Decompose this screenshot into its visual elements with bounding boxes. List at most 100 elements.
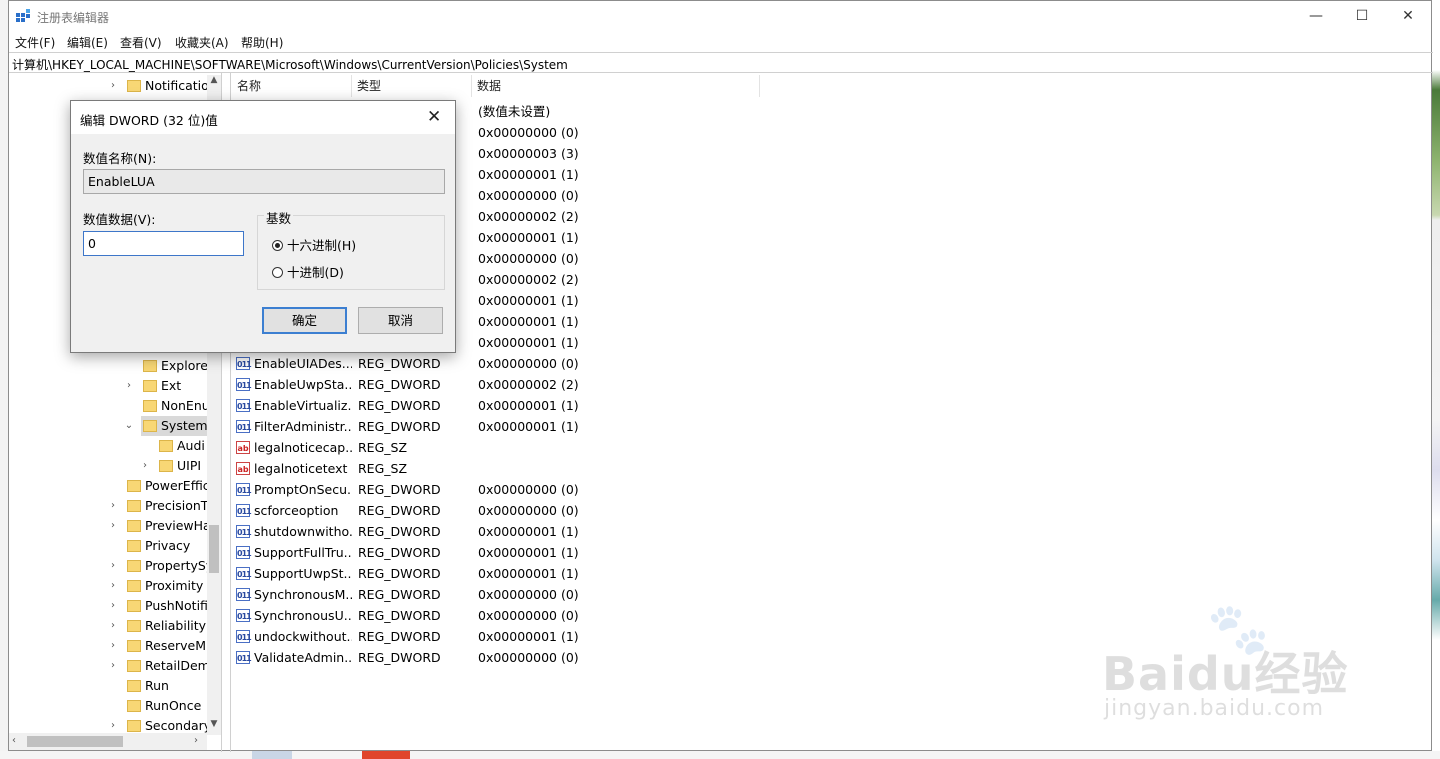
value-data: (数值未设置) xyxy=(478,104,551,119)
scrollbar-thumb[interactable] xyxy=(27,736,123,747)
menu-file[interactable]: 文件(F) xyxy=(15,34,55,51)
menu-favorites[interactable]: 收藏夹(A) xyxy=(175,34,229,51)
value-data: 0x00000000 (0) xyxy=(478,188,579,203)
column-separator[interactable] xyxy=(351,75,352,97)
tree-node[interactable]: › Notificatio xyxy=(111,76,213,96)
value-row[interactable]: 011 SupportFullTru... REG_DWORD 0x00000001 … xyxy=(231,542,831,563)
expand-arrow-icon[interactable]: › xyxy=(123,376,135,396)
cancel-button[interactable]: 取消 xyxy=(358,307,443,334)
expand-arrow-icon[interactable]: › xyxy=(107,656,119,676)
value-data: 0x00000000 (0) xyxy=(478,251,579,266)
tree-node[interactable]: Run xyxy=(125,676,173,696)
column-header-type[interactable]: 类型 xyxy=(357,77,381,94)
tree-node[interactable]: › ReserveM xyxy=(111,636,210,656)
scrollbar-thumb[interactable] xyxy=(209,525,219,573)
value-row[interactable]: 011 EnableVirtualiz... REG_DWORD 0x00000001… xyxy=(231,395,831,416)
value-row[interactable]: 011 SynchronousM... REG_DWORD 0x00000000 (0… xyxy=(231,584,831,605)
value-row[interactable]: 011 SynchronousU... REG_DWORD 0x00000000 (0… xyxy=(231,605,831,626)
expand-arrow-icon[interactable]: › xyxy=(107,76,119,96)
value-row[interactable]: 011 FilterAdministr... REG_DWORD 0x00000001… xyxy=(231,416,831,437)
scroll-down-icon[interactable]: ▼ xyxy=(207,719,221,733)
radio-selected-icon[interactable] xyxy=(272,240,283,251)
scroll-up-icon[interactable]: ▲ xyxy=(207,75,221,89)
radio-unselected-icon[interactable] xyxy=(272,267,283,278)
column-separator[interactable] xyxy=(759,75,760,97)
expand-arrow-icon[interactable]: ⌄ xyxy=(123,416,135,436)
tree-node[interactable]: › RetailDem xyxy=(111,656,214,676)
tree-node-label: Proximity xyxy=(145,578,204,593)
dialog-title-bar[interactable]: 编辑 DWORD (32 位)值 ✕ xyxy=(71,101,455,134)
dword-value-icon: 011 xyxy=(236,525,252,538)
radio-dec-label: 十进制(D) xyxy=(287,265,344,280)
expand-arrow-icon[interactable]: › xyxy=(107,576,119,596)
menu-help[interactable]: 帮助(H) xyxy=(241,34,283,51)
dword-value-icon: 011 xyxy=(236,546,252,559)
taskbar-app-icon[interactable] xyxy=(252,751,292,759)
dialog-close-icon[interactable]: ✕ xyxy=(427,107,441,127)
dword-value-icon: 011 xyxy=(236,651,252,664)
expand-arrow-icon[interactable]: › xyxy=(107,556,119,576)
tree-node[interactable]: › Ext xyxy=(127,376,185,396)
menu-edit[interactable]: 编辑(E) xyxy=(67,34,108,51)
dword-value-icon: 011 xyxy=(236,378,252,391)
expand-arrow-icon[interactable]: › xyxy=(107,596,119,616)
folder-icon xyxy=(127,700,141,712)
column-header-data[interactable]: 数据 xyxy=(477,77,501,94)
tree-node[interactable]: Privacy xyxy=(125,536,194,556)
minimize-button[interactable]: — xyxy=(1293,1,1339,31)
tree-node[interactable]: › Proximity xyxy=(111,576,207,596)
folder-icon xyxy=(127,680,141,692)
tree-node-label: PrecisionT xyxy=(145,498,209,513)
dword-value-icon: 011 xyxy=(236,504,252,517)
expand-arrow-icon[interactable]: › xyxy=(107,616,119,636)
menu-view[interactable]: 查看(V) xyxy=(120,34,162,51)
expand-arrow-icon[interactable]: › xyxy=(107,636,119,656)
tree-node-label: Ext xyxy=(161,378,182,393)
dword-value-icon: 011 xyxy=(236,630,252,643)
address-path[interactable]: 计算机\HKEY_LOCAL_MACHINE\SOFTWARE\Microsof… xyxy=(12,56,568,73)
tree-node[interactable]: ⌄ System xyxy=(125,416,212,436)
value-row[interactable]: 011 EnableUIADes... REG_DWORD 0x00000000 (0… xyxy=(231,353,831,374)
value-row[interactable]: 011 PromptOnSecu... REG_DWORD 0x00000000 (0… xyxy=(231,479,831,500)
tree-node[interactable]: NonEnu xyxy=(141,396,214,416)
scroll-left-icon[interactable]: ‹ xyxy=(12,735,16,746)
value-row[interactable]: 011 scforceoption REG_DWORD 0x00000000 (0) xyxy=(231,500,831,521)
value-data: 0x00000003 (3) xyxy=(478,146,579,161)
column-separator[interactable] xyxy=(471,75,472,97)
value-data-input[interactable]: 0 xyxy=(83,231,244,256)
taskbar-app-icon[interactable] xyxy=(362,751,410,759)
column-header-name[interactable]: 名称 xyxy=(237,77,261,94)
value-row[interactable]: 011 SupportUwpSt... REG_DWORD 0x00000001 (1… xyxy=(231,563,831,584)
close-button[interactable]: ✕ xyxy=(1385,1,1431,31)
tree-node[interactable]: Explore xyxy=(141,356,212,376)
maximize-button[interactable]: ☐ xyxy=(1339,1,1385,31)
ok-button[interactable]: 确定 xyxy=(262,307,347,334)
title-bar[interactable]: 注册表编辑器 — ☐ ✕ xyxy=(9,1,1431,31)
value-row[interactable]: 011 EnableUwpSta... REG_DWORD 0x00000002 (2… xyxy=(231,374,831,395)
scroll-right-icon[interactable]: › xyxy=(194,735,198,746)
dword-value-icon: 011 xyxy=(236,399,252,412)
tree-node[interactable]: Audi xyxy=(157,436,209,456)
tree-node[interactable]: › PropertySy xyxy=(111,556,217,576)
radio-decimal[interactable]: 十进制(D) xyxy=(272,262,344,281)
expand-arrow-icon[interactable]: › xyxy=(107,516,119,536)
desktop-background-left xyxy=(0,0,8,759)
tree-node[interactable]: › UIPI xyxy=(143,456,205,476)
value-name: SupportUwpSt... xyxy=(254,566,352,581)
tree-node[interactable]: › PushNotifi xyxy=(111,596,212,616)
value-row[interactable]: 011 shutdownwitho... REG_DWORD 0x00000001 (… xyxy=(231,521,831,542)
tree-node[interactable]: › PrecisionT xyxy=(111,496,212,516)
tree-node[interactable]: › Reliability xyxy=(111,616,210,636)
value-row[interactable]: 011 ValidateAdmin... REG_DWORD 0x00000000 (… xyxy=(231,647,831,668)
radio-hexadecimal[interactable]: 十六进制(H) xyxy=(272,235,356,254)
expand-arrow-icon[interactable]: › xyxy=(139,456,151,476)
value-row[interactable]: 011 undockwithout... REG_DWORD 0x00000001 (… xyxy=(231,626,831,647)
value-row[interactable]: ab legalnoticetext REG_SZ xyxy=(231,458,831,479)
value-row[interactable]: ab legalnoticecap... REG_SZ xyxy=(231,437,831,458)
expand-arrow-icon[interactable]: › xyxy=(107,496,119,516)
address-bar[interactable]: 计算机\HKEY_LOCAL_MACHINE\SOFTWARE\Microsof… xyxy=(9,52,1433,73)
tree-node[interactable]: › PreviewHa xyxy=(111,516,215,536)
tree-node[interactable]: PowerEffic xyxy=(125,476,214,496)
tree-node[interactable]: RunOnce xyxy=(125,696,205,716)
tree-horizontal-scrollbar[interactable]: ‹ › xyxy=(9,733,207,750)
